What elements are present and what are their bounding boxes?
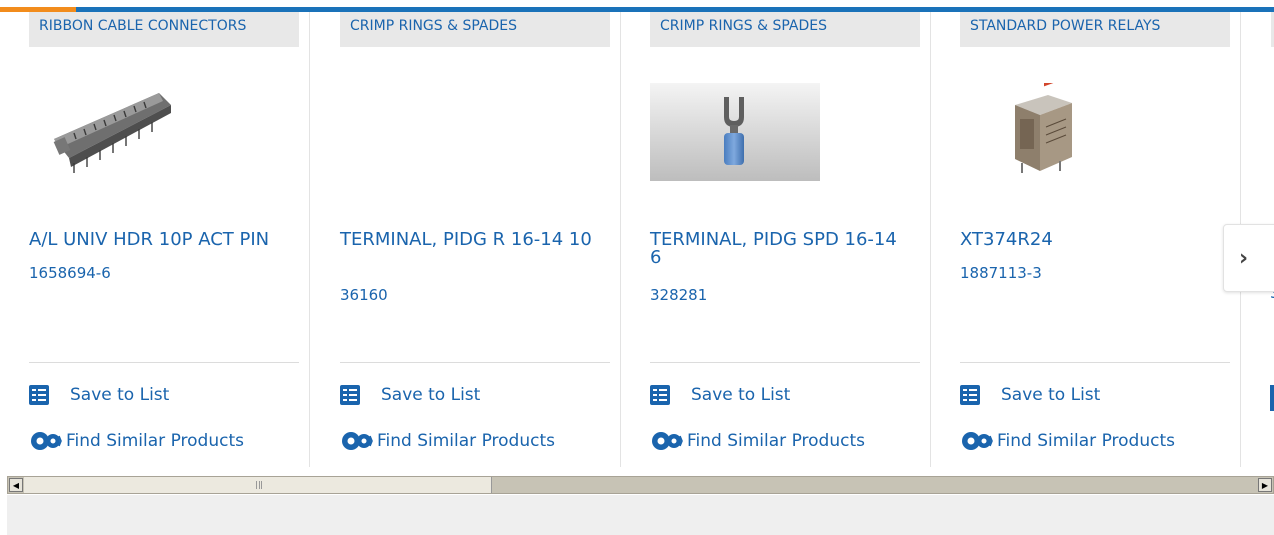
product-card: CRIMP RINGS & SPADES TERMINAL, PIDG SPD … xyxy=(621,12,931,467)
save-to-list-label: Save to List xyxy=(70,385,170,405)
save-to-list-label: Save to List xyxy=(691,385,791,405)
list-icon xyxy=(29,385,49,405)
find-similar-button[interactable]: Find Similar Products xyxy=(29,430,244,452)
product-category[interactable]: STANDARD POWER RELAYS xyxy=(960,12,1230,47)
scrollbar-thumb[interactable] xyxy=(24,477,492,493)
save-to-list-label: Save to List xyxy=(381,385,481,405)
product-title[interactable]: TERMINAL, PIDG SPD 16-14 6 xyxy=(650,231,912,267)
spade-terminal-image xyxy=(650,83,820,181)
save-to-list-button[interactable]: Save to List xyxy=(340,385,480,405)
ribbon-connector-image xyxy=(53,93,171,173)
gears-icon xyxy=(652,432,683,450)
find-similar-label: Find Similar Products xyxy=(997,431,1175,451)
product-image[interactable] xyxy=(340,83,510,181)
part-number[interactable]: 36160 xyxy=(340,286,388,304)
product-category[interactable]: CRIMP RINGS & SPADES xyxy=(650,12,920,47)
find-similar-label: Find Similar Products xyxy=(377,431,555,451)
product-card: STANDARD POWER RELAYS XT374R24 1887113-3 xyxy=(931,12,1241,467)
divider xyxy=(340,362,610,363)
scroll-left-arrow-icon[interactable]: ◀ xyxy=(9,478,23,492)
scroll-right-arrow-icon[interactable]: ▶ xyxy=(1258,478,1272,492)
product-image[interactable] xyxy=(29,83,199,181)
product-category[interactable]: CRIMP RINGS & SPADES xyxy=(340,12,610,47)
product-image[interactable] xyxy=(650,83,820,181)
page: RIBBON CABLE CONNECTORS A/L UNIV HDR 10P… xyxy=(0,0,1274,535)
product-category[interactable]: RIBBON CABLE CONNECTORS xyxy=(29,12,299,47)
next-card-list-icon-peek xyxy=(1270,385,1274,411)
save-to-list-button[interactable]: Save to List xyxy=(650,385,790,405)
product-carousel: RIBBON CABLE CONNECTORS A/L UNIV HDR 10P… xyxy=(0,12,1274,467)
product-title[interactable]: XT374R24 xyxy=(960,231,1222,249)
part-number[interactable]: 328281 xyxy=(650,286,707,304)
divider xyxy=(29,362,299,363)
power-relay-image xyxy=(1015,71,1072,173)
save-to-list-button[interactable]: Save to List xyxy=(960,385,1100,405)
product-title[interactable]: A/L UNIV HDR 10P ACT PIN xyxy=(29,231,291,249)
bottom-panel xyxy=(7,495,1274,535)
part-number[interactable]: 1658694-6 xyxy=(29,264,111,282)
list-icon xyxy=(650,385,670,405)
find-similar-label: Find Similar Products xyxy=(66,431,244,451)
gears-icon xyxy=(342,432,373,450)
product-title[interactable]: TERMINAL, PIDG R 16-14 10 xyxy=(340,231,602,249)
scrollbar-grip-icon xyxy=(256,481,262,489)
gears-icon xyxy=(31,432,62,450)
find-similar-button[interactable]: Find Similar Products xyxy=(340,430,555,452)
save-to-list-button[interactable]: Save to List xyxy=(29,385,169,405)
divider xyxy=(960,362,1230,363)
chevron-right-icon: › xyxy=(1239,245,1249,271)
carousel-next-button[interactable]: › xyxy=(1223,224,1274,292)
find-similar-button[interactable]: Find Similar Products xyxy=(960,430,1175,452)
horizontal-scrollbar[interactable]: ◀ ▶ xyxy=(7,476,1274,494)
divider xyxy=(650,362,920,363)
product-card: RIBBON CABLE CONNECTORS A/L UNIV HDR 10P… xyxy=(0,12,310,467)
gears-icon xyxy=(962,432,993,450)
find-similar-button[interactable]: Find Similar Products xyxy=(650,430,865,452)
save-to-list-label: Save to List xyxy=(1001,385,1101,405)
list-icon xyxy=(340,385,360,405)
part-number[interactable]: 1887113-3 xyxy=(960,264,1042,282)
product-image[interactable] xyxy=(960,71,1130,181)
product-card: CRIMP RINGS & SPADES TERMINAL, PIDG R 16… xyxy=(311,12,621,467)
find-similar-label: Find Similar Products xyxy=(687,431,865,451)
list-icon xyxy=(960,385,980,405)
